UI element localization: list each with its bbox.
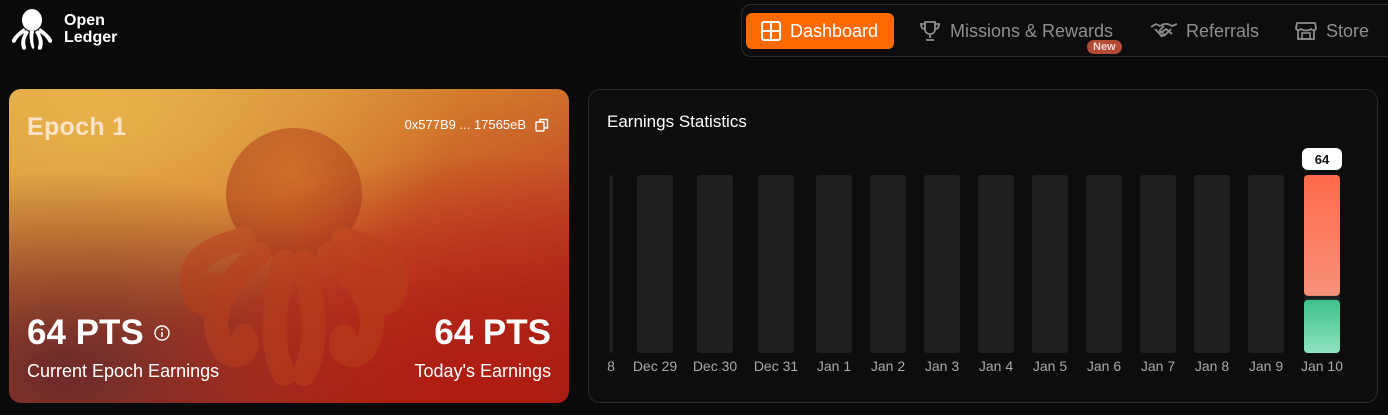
bar-track	[978, 175, 1014, 353]
brand-logo[interactable]: Open Ledger	[8, 6, 117, 52]
bar-track	[816, 175, 852, 353]
store-icon	[1295, 22, 1317, 40]
earnings-chart: 8 Dec 29 Dec 30 Dec 31 Jan 1 Jan 2 Jan 3 Jan 4 J…	[607, 148, 1343, 374]
current-epoch-label: Current Epoch Earnings	[27, 361, 220, 381]
nav-label: Referrals	[1186, 20, 1260, 41]
x-tick-label: Jan 9	[1249, 358, 1283, 374]
handshake-icon	[1150, 23, 1178, 38]
nav-label: Store	[1326, 20, 1370, 41]
copy-icon[interactable]	[535, 118, 549, 132]
top-navigation: Dashboard Missions & Rewards New Referra…	[741, 4, 1388, 57]
x-tick-label: Jan 6	[1087, 358, 1121, 374]
wallet-address-text: 0x577B9 ... 17565eB	[404, 117, 526, 132]
bar-track	[637, 175, 673, 353]
octopus-logo-icon	[11, 9, 53, 50]
epoch-title: Epoch 1	[27, 113, 127, 141]
bar-track	[1032, 175, 1068, 353]
x-tick-label: Dec 30	[693, 358, 738, 374]
brand-line-2: Ledger	[64, 29, 118, 46]
x-tick-label: Jan 2	[871, 358, 905, 374]
bar-track	[1086, 175, 1122, 353]
current-epoch-value: 64 PTS	[27, 313, 144, 352]
brand-line-1: Open	[64, 12, 105, 29]
nav-label: Missions & Rewards	[950, 20, 1114, 41]
new-badge: New	[1087, 40, 1122, 54]
bar-track	[758, 175, 794, 353]
nav-label: Dashboard	[790, 20, 879, 41]
nav-missions-rewards[interactable]: Missions & Rewards	[918, 13, 1113, 49]
x-tick-label: Jan 4	[979, 358, 1013, 374]
bar-track	[1194, 175, 1230, 353]
octopus-watermark-icon	[179, 128, 409, 386]
x-tick-label: Jan 5	[1033, 358, 1067, 374]
nav-referrals[interactable]: Referrals	[1150, 13, 1259, 49]
today-earnings-value: 64 PTS	[434, 313, 551, 352]
x-tick-label: Jan 1	[817, 358, 851, 374]
brand-name: Open Ledger	[64, 12, 117, 46]
current-epoch-points: 64 PTS	[27, 313, 170, 353]
epoch-card: Epoch 1 0x577B9 ... 17565eB 64 PTS Curre…	[9, 89, 569, 403]
info-icon[interactable]	[154, 325, 170, 341]
today-earnings-label: Today's Earnings	[414, 361, 551, 381]
x-tick-label: Jan 8	[1195, 358, 1229, 374]
bar-segment-bottom[interactable]	[1304, 299, 1340, 353]
bar-track	[1248, 175, 1284, 353]
x-tick-label: Jan 3	[925, 358, 959, 374]
bar-track	[1140, 175, 1176, 353]
bar-track	[924, 175, 960, 353]
grid-icon	[761, 21, 781, 41]
svg-text:64: 64	[1315, 152, 1330, 167]
x-tick-label: Dec 29	[633, 358, 678, 374]
bar-track	[870, 175, 906, 353]
x-tick-label: Jan 7	[1141, 358, 1175, 374]
nav-store[interactable]: Store	[1294, 13, 1369, 49]
wallet-address: 0x577B9 ... 17565eB	[405, 117, 549, 132]
x-tick-label: Dec 31	[754, 358, 799, 374]
bar-track	[697, 175, 733, 353]
x-tick-label: Jan 10	[1301, 358, 1343, 374]
earnings-statistics-card: Earnings Statistics 8 Dec 29 Dec 30 Dec 31 J…	[588, 89, 1378, 403]
x-tick-label: 8	[607, 358, 615, 374]
trophy-icon	[920, 21, 940, 41]
nav-dashboard[interactable]: Dashboard	[746, 13, 894, 49]
bar-segment-top[interactable]	[1304, 175, 1340, 296]
data-label: 64	[1302, 148, 1342, 170]
bar-track	[609, 175, 613, 353]
